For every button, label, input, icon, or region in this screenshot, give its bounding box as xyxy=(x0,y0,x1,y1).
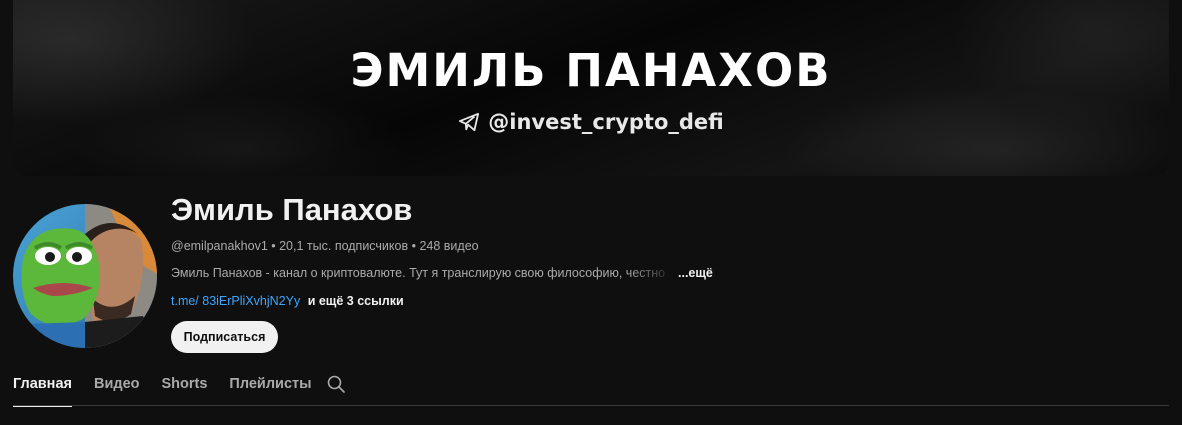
meta-separator: • xyxy=(267,239,280,253)
description-text: Эмиль Панахов - канал о криптовалюте. Ту… xyxy=(171,266,666,280)
telegram-icon xyxy=(459,112,480,132)
banner-title: ЭМИЛЬ ПАНАХОВ xyxy=(350,44,832,97)
banner-handle-row: @invest_crypto_defi xyxy=(13,110,1169,134)
channel-links: t.me/ 83iErPliXvhjN2Yy и ещё 3 ссылки xyxy=(171,294,404,308)
more-links-button[interactable]: и ещё 3 ссылки xyxy=(308,294,404,308)
avatar-image xyxy=(13,204,157,348)
tab-playlists[interactable]: Плейлисты xyxy=(229,366,311,405)
channel-meta: @emilpanakhov1 • 20,1 тыс. подписчиков •… xyxy=(171,239,479,253)
banner-handle: @invest_crypto_defi xyxy=(488,110,724,134)
meta-separator: • xyxy=(408,239,420,253)
tab-videos[interactable]: Видео xyxy=(94,366,140,405)
channel-description[interactable]: Эмиль Панахов - канал о криптовалюте. Ту… xyxy=(171,266,713,280)
tab-shorts[interactable]: Shorts xyxy=(162,366,208,405)
tabs-divider xyxy=(13,405,1169,406)
channel-link[interactable]: t.me/ 83iErPliXvhjN2Yy xyxy=(171,294,300,308)
video-count: 248 видео xyxy=(419,239,479,253)
channel-handle: @emilpanakhov1 xyxy=(171,239,268,253)
channel-tabs: Главная Видео Shorts Плейлисты xyxy=(13,366,334,407)
description-more-button[interactable]: ...ещё xyxy=(678,266,713,280)
avatar[interactable] xyxy=(13,204,157,348)
channel-name: Эмиль Панахов xyxy=(171,192,413,227)
tab-home[interactable]: Главная xyxy=(13,366,72,407)
subscribe-button[interactable]: Подписаться xyxy=(171,321,278,353)
subscriber-count: 20,1 тыс. подписчиков xyxy=(279,239,409,253)
search-icon[interactable] xyxy=(327,375,345,393)
channel-banner: ЭМИЛЬ ПАНАХОВ @invest_crypto_defi xyxy=(13,0,1169,176)
